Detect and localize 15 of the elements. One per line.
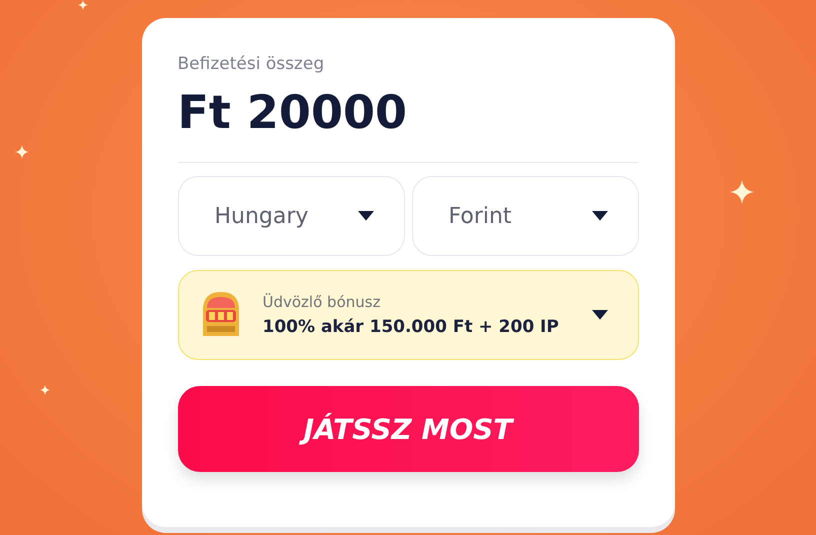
sparkle-icon xyxy=(15,145,29,159)
country-select[interactable]: Hungary xyxy=(178,176,404,256)
sparkle-icon xyxy=(40,385,50,395)
amount-value: Ft 20000 xyxy=(178,84,408,140)
caret-icon xyxy=(592,211,608,221)
currency-select[interactable]: Forint xyxy=(412,176,638,256)
play-button[interactable]: JÁTSSZ MOST xyxy=(178,386,638,472)
sparkle-icon xyxy=(78,0,88,10)
caret-icon xyxy=(358,211,374,221)
amount-label: Befizetési összeg xyxy=(178,54,326,74)
bonus-value: 100% akár 150.000 Ft + 200 IP xyxy=(262,317,560,337)
bonus-label: Üdvözlő bónusz xyxy=(262,293,382,311)
caret-icon xyxy=(592,310,608,320)
bonus-select[interactable]: Üdvözlő bónusz 100% akár 150.000 Ft + 200 IP xyxy=(178,270,638,360)
sparkle-icon xyxy=(730,180,754,204)
